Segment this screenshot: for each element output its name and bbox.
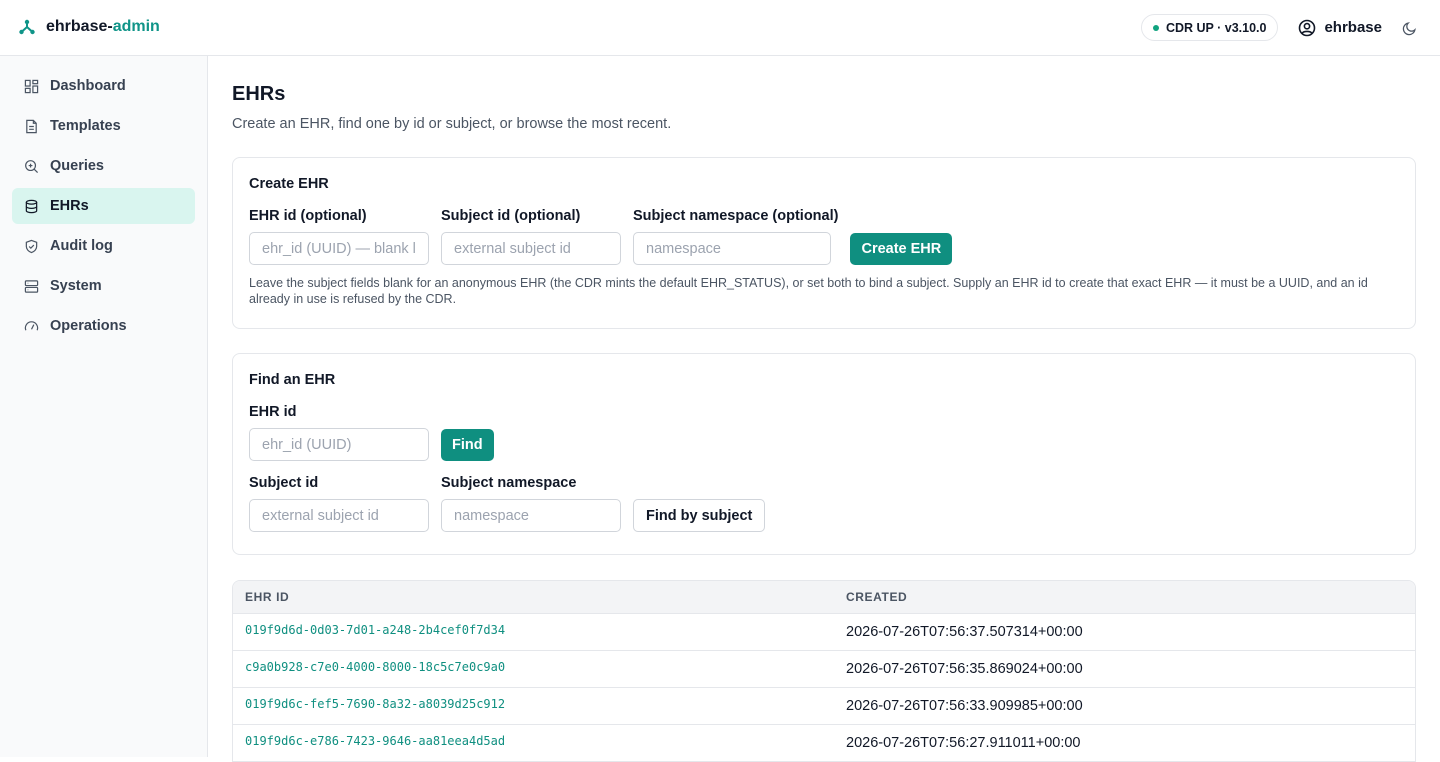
ehr-id-link[interactable]: 019f9d6d-0d03-7d01-a248-2b4cef0f7d34 bbox=[233, 623, 834, 637]
created-timestamp: 2026-07-26T07:56:27.911011+00:00 bbox=[846, 735, 1081, 751]
find-ehr-id-field: EHR id bbox=[249, 404, 429, 461]
find-ehr-title: Find an EHR bbox=[249, 372, 336, 388]
create-namespace-input[interactable] bbox=[633, 232, 831, 265]
table-row[interactable]: 019f9d6c-fef5-7690-8a32-a8039d25c912 202… bbox=[233, 688, 1415, 725]
created-timestamp: 2026-07-26T07:56:37.507314+00:00 bbox=[846, 624, 1083, 640]
find-ehr-card: Find an EHR EHR id Find Subject id Subje… bbox=[232, 353, 1416, 555]
create-ehr-id-input[interactable] bbox=[249, 232, 429, 265]
sidebar-item-system[interactable]: System bbox=[12, 268, 195, 304]
table-row[interactable]: c9a0b928-c7e0-4000-8000-18c5c7e0c9a0 202… bbox=[233, 651, 1415, 688]
ehr-id-link[interactable]: c9a0b928-c7e0-4000-8000-18c5c7e0c9a0 bbox=[233, 660, 834, 674]
sidebar: Dashboard Templates Queries EHRs Audit l… bbox=[0, 56, 208, 757]
sidebar-item-audit-log[interactable]: Audit log bbox=[12, 228, 195, 264]
sidebar-item-templates[interactable]: Templates bbox=[12, 108, 195, 144]
find-ehr-id-label: EHR id bbox=[249, 404, 297, 420]
queries-icon bbox=[25, 159, 39, 173]
cdr-status-text: CDR UP · v3.10.0 bbox=[1165, 20, 1267, 35]
ehr-id-link[interactable]: 019f9d6c-fef5-7690-8a32-a8039d25c912 bbox=[233, 697, 834, 711]
ehr-table: EHR ID CREATED 019f9d6d-0d03-7d01-a248-2… bbox=[232, 580, 1416, 762]
create-ehr-id-label: EHR id (optional) bbox=[249, 208, 367, 224]
create-subject-id-label: Subject id (optional) bbox=[441, 208, 581, 224]
create-namespace-label: Subject namespace (optional) bbox=[633, 208, 839, 224]
create-ehr-id-field: EHR id (optional) bbox=[249, 208, 429, 265]
sidebar-item-dashboard[interactable]: Dashboard bbox=[12, 68, 195, 104]
user-circle-icon bbox=[1299, 19, 1316, 36]
ehr-id-link[interactable]: 019f9d6c-e786-7423-9646-aa81eea4d5ad bbox=[233, 734, 834, 748]
column-header-ehr-id[interactable]: EHR ID bbox=[233, 590, 834, 604]
server-icon bbox=[24, 279, 39, 293]
cdr-status-badge: CDR UP · v3.10.0 bbox=[1140, 14, 1279, 41]
sidebar-item-operations[interactable]: Operations bbox=[12, 308, 195, 344]
create-namespace-field: Subject namespace (optional) bbox=[633, 208, 838, 265]
find-subject-id-input[interactable] bbox=[249, 499, 429, 532]
user-name: ehrbase bbox=[1324, 19, 1382, 36]
user-menu[interactable]: ehrbase bbox=[1298, 19, 1382, 37]
create-ehr-hint: Leave the subject fields blank for an an… bbox=[249, 276, 1368, 306]
brand-icon bbox=[19, 19, 35, 35]
brand-logo[interactable]: ehrbase-admin bbox=[18, 18, 160, 36]
sidebar-item-ehrs[interactable]: EHRs bbox=[12, 188, 195, 224]
create-subject-id-input[interactable] bbox=[441, 232, 621, 265]
find-namespace-input[interactable] bbox=[441, 499, 621, 532]
created-timestamp: 2026-07-26T07:56:33.909985+00:00 bbox=[846, 698, 1083, 714]
status-dot-icon bbox=[1152, 24, 1159, 31]
find-namespace-label: Subject namespace bbox=[441, 475, 577, 491]
top-bar: ehrbase-admin CDR UP · v3.10.0 ehrbase bbox=[0, 0, 1440, 56]
find-button[interactable]: Find bbox=[441, 429, 494, 461]
main-content: EHRs Create an EHR, find one by id or su… bbox=[232, 56, 1416, 762]
theme-toggle-moon-icon[interactable] bbox=[1402, 20, 1418, 36]
sidebar-item-queries[interactable]: Queries bbox=[12, 148, 195, 184]
column-header-created[interactable]: CREATED bbox=[834, 590, 907, 604]
dashboard-icon bbox=[24, 79, 39, 93]
brand-name: ehrbase-admin bbox=[46, 18, 160, 35]
page-subtitle: Create an EHR, find one by id or subject… bbox=[232, 116, 672, 132]
create-ehr-title: Create EHR bbox=[249, 176, 329, 192]
create-subject-id-field: Subject id (optional) bbox=[441, 208, 621, 265]
find-namespace-field: Subject namespace bbox=[441, 475, 621, 532]
templates-icon bbox=[26, 119, 37, 133]
gauge-icon bbox=[24, 320, 39, 330]
find-by-subject-button[interactable]: Find by subject bbox=[633, 499, 766, 532]
find-subject-id-label: Subject id bbox=[249, 475, 319, 491]
table-row[interactable]: 019f9d6d-0d03-7d01-a248-2b4cef0f7d34 202… bbox=[233, 614, 1415, 651]
table-row[interactable]: 019f9d6c-e786-7423-9646-aa81eea4d5ad 202… bbox=[233, 725, 1415, 762]
created-timestamp: 2026-07-26T07:56:35.869024+00:00 bbox=[846, 661, 1083, 677]
create-ehr-button[interactable]: Create EHR bbox=[850, 233, 953, 265]
find-ehr-id-input[interactable] bbox=[249, 428, 429, 461]
find-subject-id-field: Subject id bbox=[249, 475, 429, 532]
table-header: EHR ID CREATED bbox=[233, 581, 1415, 614]
create-ehr-card: Create EHR EHR id (optional) Subject id … bbox=[232, 157, 1416, 329]
database-icon bbox=[25, 199, 38, 213]
shield-icon bbox=[25, 239, 38, 253]
page-title: EHRs bbox=[232, 83, 286, 105]
